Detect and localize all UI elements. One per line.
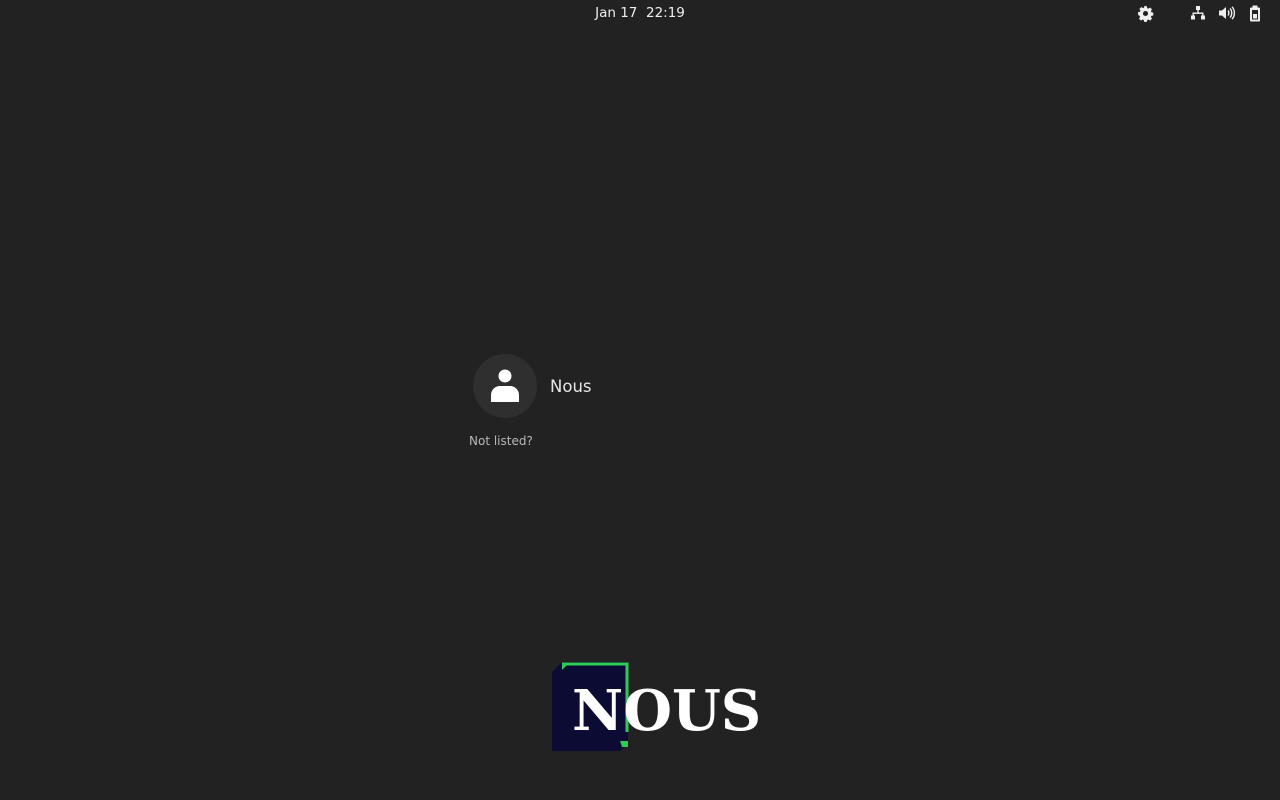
avatar <box>473 354 537 418</box>
clock-date: Jan 17 <box>595 5 638 21</box>
user-name: Nous <box>550 376 592 396</box>
top-bar: Jan 17 22:19 <box>0 0 1280 26</box>
network-icon[interactable] <box>1189 4 1207 22</box>
gear-icon[interactable] <box>1136 4 1154 22</box>
user-item-nous[interactable]: Nous <box>470 352 592 420</box>
speaker-icon[interactable] <box>1217 4 1235 22</box>
battery-icon[interactable] <box>1246 4 1264 22</box>
clock[interactable]: Jan 17 22:19 <box>590 0 690 26</box>
nous-logo: NOUS <box>552 662 761 754</box>
person-icon <box>491 369 519 402</box>
not-listed-link[interactable]: Not listed? <box>469 434 533 448</box>
logo-text: NOUS <box>572 678 762 744</box>
clock-time: 22:19 <box>645 5 685 21</box>
login-screen: Jan 17 22:19 Nous Not listed? NOUS <box>0 0 1280 800</box>
